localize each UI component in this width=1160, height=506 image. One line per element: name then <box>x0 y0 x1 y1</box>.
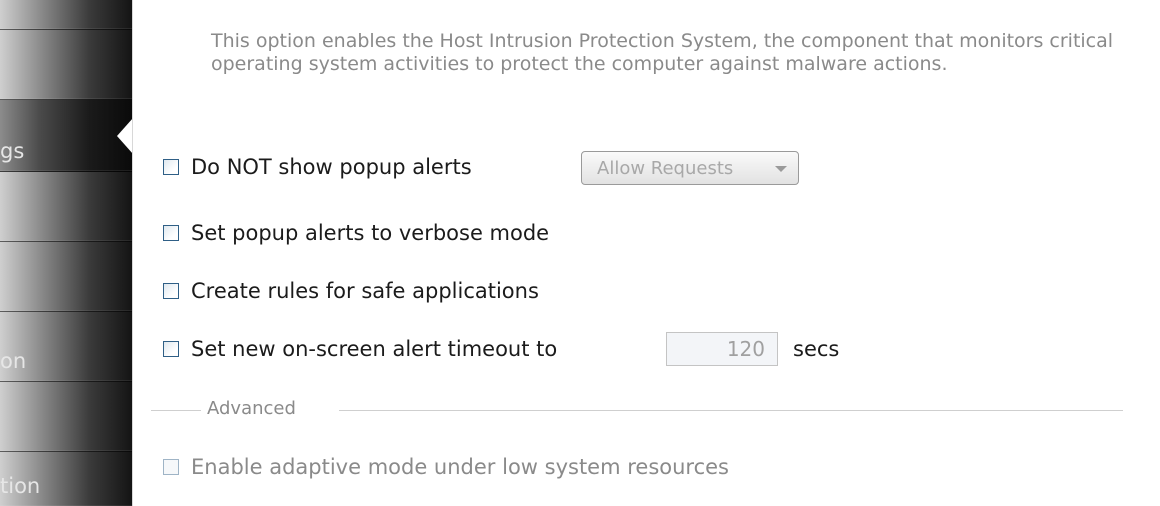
advanced-section-title: Advanced <box>207 398 296 419</box>
sidebar-item[interactable]: on <box>0 312 132 382</box>
sidebar-item[interactable] <box>0 172 132 242</box>
safe-app-rules-option: Create rules for safe applications <box>163 276 539 306</box>
option-description: This option enables the Host Intrusion P… <box>211 30 1114 75</box>
sidebar-item-label: gs <box>0 139 25 163</box>
alert-timeout-option: Set new on-screen alert timeout to <box>163 334 557 364</box>
sidebar-item-selected[interactable]: gs <box>0 100 132 172</box>
sidebar-item[interactable]: tion <box>0 452 132 506</box>
no-popup-alerts-option: Do NOT show popup alerts <box>163 152 472 182</box>
section-divider <box>151 410 201 411</box>
section-divider <box>339 410 1123 411</box>
sidebar-item[interactable] <box>0 30 132 100</box>
adaptive-mode-option: Enable adaptive mode under low system re… <box>163 452 729 482</box>
alert-timeout-units: secs <box>793 337 840 361</box>
sidebar-item[interactable] <box>0 382 132 452</box>
no-popup-alerts-label[interactable]: Do NOT show popup alerts <box>191 155 472 179</box>
alert-mode-dropdown[interactable]: Allow Requests <box>581 151 799 185</box>
sidebar-item[interactable] <box>0 0 132 30</box>
sidebar-nav: gs on tion <box>0 0 132 506</box>
sidebar-item[interactable] <box>0 242 132 312</box>
sidebar-item-label: tion <box>0 474 41 498</box>
chevron-down-icon <box>775 166 787 172</box>
adaptive-mode-checkbox[interactable] <box>163 459 179 475</box>
alert-timeout-input[interactable]: 120 <box>666 332 778 366</box>
alert-timeout-checkbox[interactable] <box>163 341 179 357</box>
alert-mode-selected-value: Allow Requests <box>597 157 734 179</box>
sidebar-item-label: on <box>0 349 27 373</box>
adaptive-mode-label[interactable]: Enable adaptive mode under low system re… <box>191 455 729 479</box>
settings-panel: This option enables the Host Intrusion P… <box>132 0 1160 506</box>
alert-timeout-label[interactable]: Set new on-screen alert timeout to <box>191 337 557 361</box>
verbose-mode-option: Set popup alerts to verbose mode <box>163 218 549 248</box>
safe-app-rules-checkbox[interactable] <box>163 283 179 299</box>
selection-pointer-icon <box>117 118 132 154</box>
safe-app-rules-label[interactable]: Create rules for safe applications <box>191 279 539 303</box>
verbose-mode-label[interactable]: Set popup alerts to verbose mode <box>191 221 549 245</box>
no-popup-alerts-checkbox[interactable] <box>163 159 179 175</box>
verbose-mode-checkbox[interactable] <box>163 225 179 241</box>
